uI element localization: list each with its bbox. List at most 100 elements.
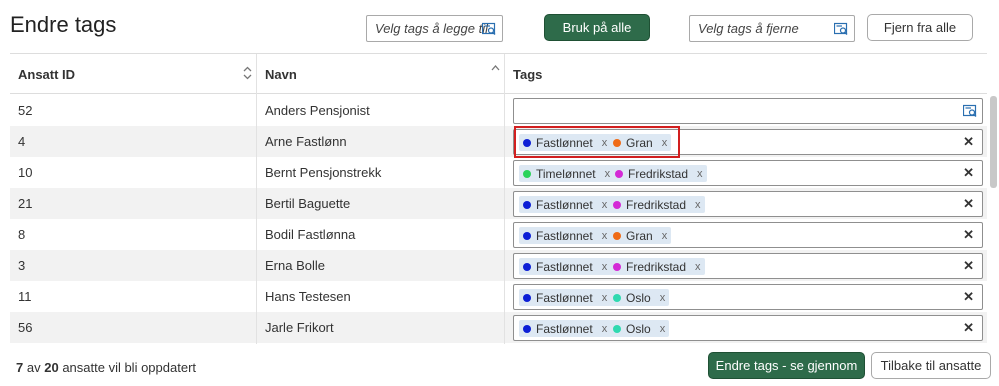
- remove-tag-icon[interactable]: x: [605, 168, 611, 180]
- update-count: 7: [16, 360, 24, 375]
- row-tags-input[interactable]: [513, 98, 983, 124]
- row-tags-input[interactable]: Fastlønnet x Gran x ✕: [513, 222, 983, 248]
- update-total: 20: [44, 360, 59, 375]
- close-icon[interactable]: ✕: [963, 258, 974, 274]
- remove-tag-icon[interactable]: x: [602, 261, 608, 273]
- table-row: 3 Erna Bolle Fastlønnet x Fredrikstad x ✕: [10, 250, 987, 281]
- tag-chip: Fastlønnet x: [519, 320, 612, 337]
- tag-color-dot: [523, 293, 531, 302]
- remove-tag-icon[interactable]: x: [602, 292, 608, 304]
- close-icon[interactable]: ✕: [963, 227, 974, 243]
- apply-all-button[interactable]: Bruk på alle: [544, 14, 650, 41]
- close-icon[interactable]: ✕: [963, 165, 974, 181]
- back-to-employees-button[interactable]: Tilbake til ansatte: [871, 352, 991, 379]
- remove-tag-icon[interactable]: x: [662, 230, 668, 242]
- search-list-icon: [482, 22, 496, 35]
- remove-tags-input[interactable]: Velg tags å fjerne: [689, 15, 855, 42]
- remove-tag-icon[interactable]: x: [660, 292, 666, 304]
- tag-label: Timelønnet: [536, 166, 596, 181]
- add-tags-placeholder: Velg tags å legge til: [375, 21, 488, 36]
- table-header: Ansatt ID Navn Tags: [10, 54, 987, 94]
- close-icon[interactable]: ✕: [963, 320, 974, 336]
- update-count-of: av: [26, 360, 41, 375]
- tag-label: Fastlønnet: [536, 259, 593, 274]
- remove-all-button[interactable]: Fjern fra alle: [867, 14, 973, 41]
- row-tags-input[interactable]: Fastlønnet x Oslo x ✕: [513, 284, 983, 310]
- tag-label: Fredrikstad: [626, 259, 687, 274]
- table-row: 8 Bodil Fastlønna Fastlønnet x Gran x ✕: [10, 219, 987, 250]
- row-tags-input[interactable]: Fastlønnet x Fredrikstad x ✕: [513, 191, 983, 217]
- table-row: 11 Hans Testesen Fastlønnet x Oslo x ✕: [10, 281, 987, 312]
- tag-chip: Fredrikstad x: [609, 196, 705, 213]
- tag-chip: Fastlønnet x: [519, 227, 612, 244]
- remove-tag-icon[interactable]: x: [602, 323, 608, 335]
- column-header-tags: Tags: [505, 54, 985, 94]
- update-count-suffix: ansatte vil bli oppdatert: [62, 360, 197, 375]
- update-count-text: 7 av 20 ansatte vil bli oppdatert: [16, 360, 196, 375]
- tag-color-dot: [613, 293, 621, 302]
- remove-tag-icon[interactable]: x: [602, 230, 608, 242]
- close-icon[interactable]: ✕: [963, 196, 974, 212]
- tag-chip: Timelønnet x: [519, 165, 615, 182]
- tag-chip: Fastlønnet x: [519, 196, 612, 213]
- table-row: 21 Bertil Baguette Fastlønnet x Fredrikstad x…: [10, 188, 987, 219]
- scrollbar[interactable]: [990, 96, 997, 188]
- employee-name-cell: Bernt Pensjonstrekk: [265, 165, 382, 180]
- employee-id-cell: 11: [18, 289, 32, 304]
- remove-tag-icon[interactable]: x: [602, 199, 608, 211]
- tag-color-dot: [523, 231, 531, 240]
- employee-name-cell: Arne Fastlønn: [265, 134, 347, 149]
- remove-tag-icon[interactable]: x: [695, 261, 701, 273]
- column-header-name[interactable]: Navn: [257, 54, 503, 94]
- column-header-id[interactable]: Ansatt ID: [10, 54, 256, 94]
- column-header-name-label: Navn: [265, 66, 297, 82]
- employee-name-cell: Anders Pensjonist: [265, 103, 370, 118]
- sort-asc-icon[interactable]: [491, 64, 500, 75]
- table-row: 52 Anders Pensjonist: [10, 95, 987, 126]
- employee-id-cell: 4: [18, 134, 26, 149]
- remove-tags-placeholder: Velg tags å fjerne: [698, 21, 799, 36]
- close-icon[interactable]: ✕: [963, 134, 974, 150]
- review-tags-button[interactable]: Endre tags - se gjennom: [708, 352, 865, 379]
- tag-color-dot: [523, 200, 531, 209]
- close-icon[interactable]: ✕: [963, 289, 974, 305]
- tag-color-dot: [523, 324, 531, 333]
- remove-tag-icon[interactable]: x: [695, 199, 701, 211]
- row-tags-input[interactable]: Timelønnet x Fredrikstad x ✕: [513, 160, 983, 186]
- tag-label: Gran: [626, 228, 653, 243]
- remove-tag-icon[interactable]: x: [660, 323, 666, 335]
- employee-name-cell: Jarle Frikort: [265, 320, 334, 335]
- tag-label: Fastlønnet: [536, 228, 593, 243]
- tag-color-dot: [615, 169, 623, 178]
- tag-color-dot: [523, 169, 531, 178]
- table-row: 56 Jarle Frikort Fastlønnet x Oslo x ✕: [10, 312, 987, 343]
- sort-icon[interactable]: [243, 66, 252, 83]
- employee-name-cell: Hans Testesen: [265, 289, 351, 304]
- tag-color-dot: [523, 262, 531, 271]
- table-row: 10 Bernt Pensjonstrekk Timelønnet x Fredriks…: [10, 157, 987, 188]
- tag-label: Oslo: [626, 321, 651, 336]
- tag-color-dot: [613, 262, 621, 271]
- tag-color-dot: [613, 324, 621, 333]
- employee-id-cell: 21: [18, 196, 33, 211]
- add-tags-input[interactable]: Velg tags å legge til: [366, 15, 503, 42]
- highlight-box: [514, 126, 680, 158]
- remove-tag-icon[interactable]: x: [697, 168, 703, 180]
- tag-chip: Fastlønnet x: [519, 258, 612, 275]
- tag-chip: Oslo x: [609, 320, 670, 337]
- tag-chip: Gran x: [609, 227, 672, 244]
- search-list-icon: [834, 22, 848, 35]
- row-tags-input[interactable]: Fastlønnet x Oslo x ✕: [513, 315, 983, 341]
- tag-chip: Fastlønnet x: [519, 289, 612, 306]
- column-header-tags-label: Tags: [513, 66, 543, 82]
- row-tags-input[interactable]: Fastlønnet x Fredrikstad x ✕: [513, 253, 983, 279]
- employee-id-cell: 10: [18, 165, 33, 180]
- tag-label: Fredrikstad: [626, 197, 687, 212]
- employee-name-cell: Erna Bolle: [265, 258, 325, 273]
- search-list-icon[interactable]: [963, 104, 977, 118]
- tag-chip: Fredrikstad x: [611, 165, 707, 182]
- column-divider: [504, 54, 505, 344]
- column-divider: [256, 54, 257, 344]
- employee-id-cell: 8: [18, 227, 26, 242]
- employee-name-cell: Bodil Fastlønna: [265, 227, 356, 242]
